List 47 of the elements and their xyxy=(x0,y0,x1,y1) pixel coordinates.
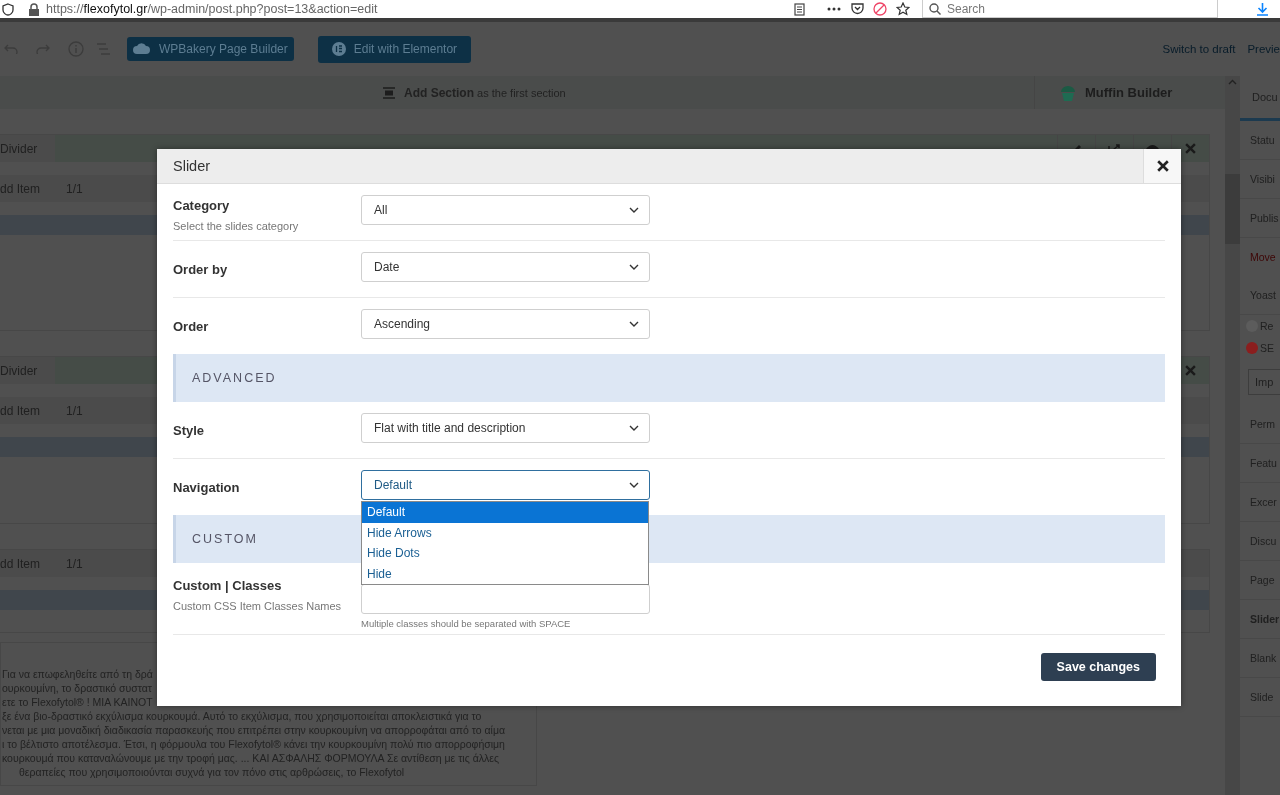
blocked-icon[interactable] xyxy=(873,2,887,16)
select-field[interactable]: All xyxy=(361,195,650,225)
input-field[interactable] xyxy=(361,584,650,614)
pocket-icon[interactable] xyxy=(851,3,864,15)
field-note: Multiple classes should be separated with SPACE xyxy=(361,618,572,629)
download-icon[interactable] xyxy=(1256,2,1269,16)
chevron-down-icon xyxy=(629,264,639,270)
builder-button[interactable]: WPBakery Page Builder xyxy=(127,37,294,61)
star-icon[interactable] xyxy=(896,2,910,16)
builder-button[interactable]: Edit with Elementor xyxy=(317,35,472,63)
field-hint: Custom CSS Item Classes Names xyxy=(173,600,343,612)
select-field[interactable]: Default xyxy=(361,470,650,500)
field-label: Order by xyxy=(173,262,229,277)
elementor-icon xyxy=(331,42,346,56)
select-field[interactable]: Flat with title and description xyxy=(361,413,650,443)
section-icon xyxy=(383,86,395,99)
chevron-down-icon xyxy=(629,482,639,488)
chevron-down-icon xyxy=(629,207,639,213)
close-button[interactable] xyxy=(1143,149,1181,183)
address-field[interactable]: https://flexofytol.gr/wp-admin/post.php?post=13&action=edit xyxy=(46,2,794,16)
close-icon xyxy=(1185,365,1196,376)
close-icon xyxy=(1156,160,1169,172)
cloud-icon xyxy=(133,43,151,55)
more-icon[interactable] xyxy=(827,7,841,11)
field-label: Style xyxy=(173,423,206,438)
modal-title: Slider xyxy=(173,158,211,174)
chevron-down-icon xyxy=(629,425,639,431)
field-label: Custom | Classes xyxy=(173,578,283,593)
section-title: ADVANCED xyxy=(192,371,277,385)
close-icon xyxy=(1185,143,1196,154)
field-label: Navigation xyxy=(173,480,241,495)
save-button[interactable]: Save changes xyxy=(1040,653,1156,681)
section-title: CUSTOM xyxy=(192,532,258,546)
select-field[interactable]: Ascending xyxy=(361,309,650,339)
field-hint: Select the slides category xyxy=(173,220,300,232)
search-icon xyxy=(929,2,941,15)
toolbar-link[interactable]: Previe xyxy=(1247,43,1280,55)
chevron-down-icon xyxy=(629,321,639,327)
toolbar-link[interactable]: Switch to draft xyxy=(1162,43,1236,55)
select-field[interactable]: Date xyxy=(361,252,650,282)
sidebar-item[interactable]: Move xyxy=(1240,238,1280,276)
reader-icon[interactable] xyxy=(794,2,805,16)
lock-icon xyxy=(28,2,40,16)
search-field[interactable]: Search xyxy=(922,0,1218,18)
field-label: Order xyxy=(173,319,210,334)
field-label: Category xyxy=(173,198,231,213)
dropdown-option[interactable]: Default xyxy=(362,502,648,523)
